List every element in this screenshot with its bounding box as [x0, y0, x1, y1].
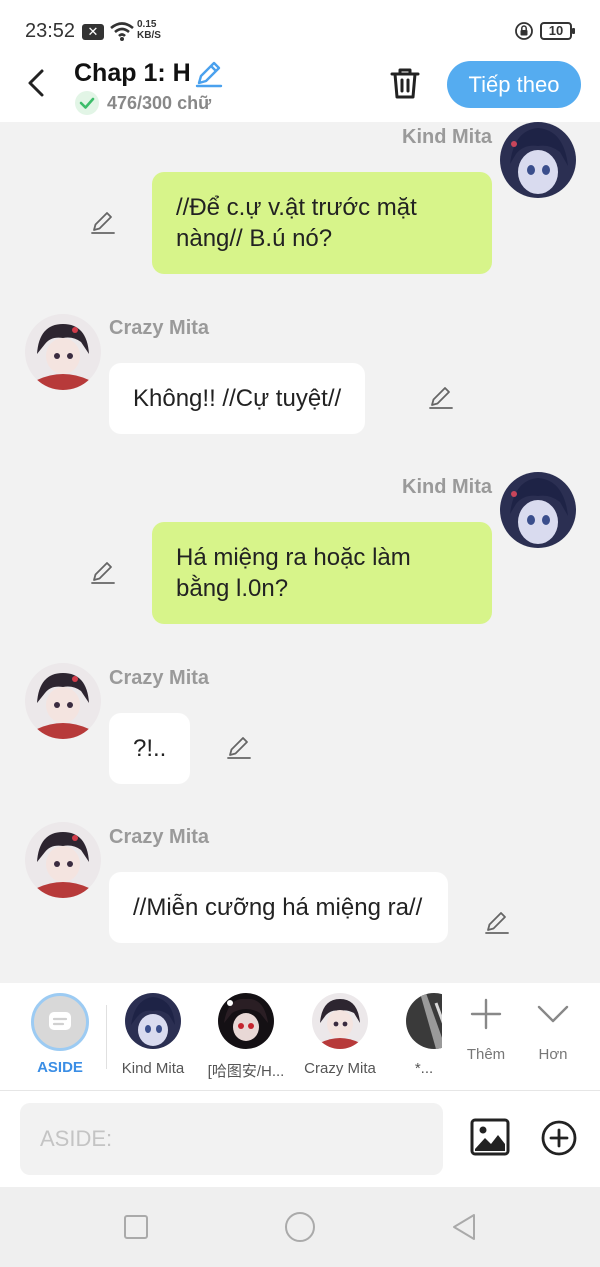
edit-message-pencil-icon[interactable]: [484, 909, 510, 935]
avatar-kind-mita[interactable]: [500, 122, 576, 198]
chapter-header: Chap 1: H 476/300 chữ Tiếp theo: [0, 58, 600, 122]
network-speed-value: 0.15: [137, 19, 157, 30]
character-aside[interactable]: ASIDE: [14, 993, 106, 1076]
edit-message-pencil-icon[interactable]: [428, 384, 454, 410]
notification-close-icon: ✕: [82, 24, 104, 40]
battery-indicator: 10: [540, 22, 575, 40]
image-icon[interactable]: [470, 1118, 510, 1156]
aside-input[interactable]: [20, 1103, 443, 1175]
network-speed: 0.15 KB/S: [137, 19, 161, 41]
avatar-crazy-mita[interactable]: [25, 822, 101, 898]
character-kind-mita[interactable]: Kind Mita: [107, 993, 199, 1077]
sender-name: Crazy Mita: [109, 826, 210, 848]
next-button[interactable]: Tiếp theo: [447, 61, 581, 108]
message-input-bar: [0, 1091, 600, 1187]
sender-name: Crazy Mita: [109, 317, 210, 339]
recents-button[interactable]: [124, 1215, 148, 1239]
system-navigation-bar: [0, 1187, 600, 1267]
sender-name: Kind Mita: [402, 476, 492, 498]
message-bubble[interactable]: Không!! //Cự tuyệt//: [109, 363, 366, 434]
back-triangle-icon[interactable]: [450, 1212, 478, 1242]
sender-name: Crazy Mita: [109, 667, 210, 689]
rotation-lock-icon: [515, 22, 533, 40]
collapse-button[interactable]: Hơn: [523, 997, 583, 1063]
aside-chat-icon: [49, 1012, 71, 1030]
avatar-kind-mita[interactable]: [500, 472, 576, 548]
message-bubble[interactable]: ?!..: [109, 713, 191, 784]
edit-message-pencil-icon[interactable]: [226, 734, 252, 760]
add-character-button[interactable]: Thêm: [456, 997, 516, 1063]
message-bubble[interactable]: //Miễn cưỡng há miệng ra//: [109, 872, 448, 943]
collapse-label: Hơn: [538, 1046, 568, 1063]
avatar-partial: [406, 993, 442, 1049]
wifi-icon: [110, 22, 134, 41]
sender-name: Kind Mita: [402, 126, 492, 148]
avatar-hatuan: [218, 993, 274, 1049]
trash-icon[interactable]: [388, 65, 422, 101]
status-time: 23:52: [25, 20, 76, 42]
aside-avatar: [31, 993, 89, 1051]
avatar-kind-mita: [125, 993, 181, 1049]
status-bar: 23:52 ✕ 0.15 KB/S 10: [0, 0, 600, 60]
character-label: *...: [414, 1060, 434, 1077]
plus-icon: [470, 998, 502, 1030]
back-arrow-icon[interactable]: [22, 66, 52, 100]
home-button[interactable]: [285, 1212, 315, 1242]
character-hatuan[interactable]: [哈图安/H...: [200, 993, 292, 1081]
check-circle-icon: [75, 91, 99, 115]
character-crazy-mita[interactable]: Crazy Mita: [294, 993, 386, 1077]
add-circle-icon[interactable]: [540, 1119, 578, 1157]
edit-message-pencil-icon[interactable]: [90, 559, 116, 585]
chevron-down-icon: [537, 1005, 569, 1023]
character-partial[interactable]: *...: [382, 993, 442, 1077]
character-selector: ASIDE Kind Mita [哈图安/H... Crazy Mita *..…: [0, 983, 600, 1091]
avatar-crazy-mita: [312, 993, 368, 1049]
avatar-crazy-mita[interactable]: [25, 314, 101, 390]
edit-title-pencil-icon[interactable]: [194, 58, 224, 88]
chat-area[interactable]: Kind Mita //Để c.ự v.ật trước mặt nàng//…: [0, 122, 600, 983]
chapter-title: Chap 1: H: [74, 59, 191, 87]
message-bubble[interactable]: Há miệng ra hoặc làm bằng l.0n?: [152, 522, 492, 624]
message-bubble[interactable]: //Để c.ự v.ật trước mặt nàng// B.ú nó?: [152, 172, 492, 274]
character-label: ASIDE: [37, 1059, 83, 1076]
edit-message-pencil-icon[interactable]: [90, 209, 116, 235]
more-label: Thêm: [466, 1046, 506, 1063]
character-label: [哈图安/H...: [207, 1063, 285, 1080]
avatar-crazy-mita[interactable]: [25, 663, 101, 739]
word-count: 476/300 chữ: [107, 93, 212, 113]
network-speed-unit: KB/S: [137, 30, 161, 41]
character-label: Kind Mita: [121, 1060, 185, 1077]
character-label: Crazy Mita: [304, 1060, 376, 1077]
